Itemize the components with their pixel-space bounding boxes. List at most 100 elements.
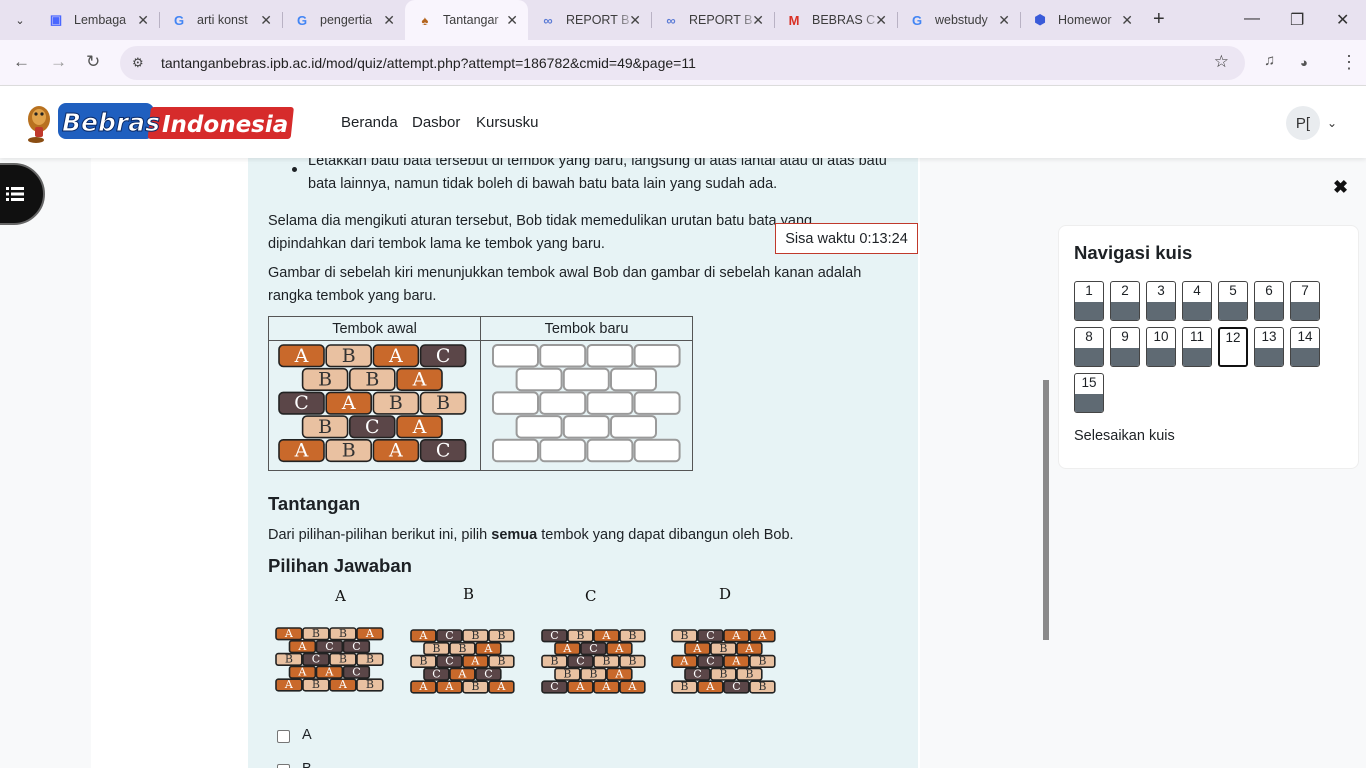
brick-label: A xyxy=(562,642,572,655)
quiz-nav-button-8[interactable]: 8 xyxy=(1074,327,1104,367)
brick-label: C xyxy=(365,416,380,438)
browser-tab-strip: ⌄ ▣ Lembaga ✕ Garti konst ✕ Gpengertia ✕ ♠ Tanta… xyxy=(0,0,1366,40)
quiz-nav-button-2[interactable]: 2 xyxy=(1110,281,1140,321)
quiz-nav-button-1[interactable]: 1 xyxy=(1074,281,1104,321)
brick-label: C xyxy=(706,629,714,642)
google-icon: G xyxy=(173,12,185,28)
brick-label: A xyxy=(412,416,427,438)
brick-label: B xyxy=(318,368,332,390)
quiz-nav-button-3[interactable]: 3 xyxy=(1146,281,1176,321)
brick-label: A xyxy=(418,629,428,642)
option-c-wall-image: C B A BA C AB C B BB B AC A A A xyxy=(541,629,646,694)
nav-beranda[interactable]: Beranda xyxy=(341,114,398,131)
quiz-nav-button-12[interactable]: 12 xyxy=(1218,327,1248,367)
nav-kursusku[interactable]: Kursusku xyxy=(476,114,539,131)
browser-tab[interactable]: Gpengertia ✕ xyxy=(282,0,405,40)
quiz-nav-number: 12 xyxy=(1225,330,1241,345)
browser-tab[interactable]: ♠ Tantangar ✕ xyxy=(405,0,528,40)
checkbox-option-b[interactable] xyxy=(277,764,290,768)
back-button[interactable]: ← xyxy=(13,52,30,72)
close-tab-icon[interactable]: ✕ xyxy=(752,12,764,29)
quiz-navigation-card: Navigasi kuis 1 2 3 4 5 6 7 8 9 10 11 12 13 14 15 Sele… xyxy=(1058,225,1359,469)
answer-state-bar xyxy=(1255,302,1283,320)
brick-label: A xyxy=(757,629,767,642)
finish-attempt-link[interactable]: Selesaikan kuis xyxy=(1074,428,1175,444)
restore-button[interactable]: ❐ xyxy=(1290,10,1304,30)
brick-label: A xyxy=(705,680,715,693)
site-info-icon[interactable]: ⚙ xyxy=(132,55,148,71)
quiz-nav-button-13[interactable]: 13 xyxy=(1254,327,1284,367)
checkbox-option-a[interactable] xyxy=(277,730,290,743)
brick-label: A xyxy=(294,345,309,367)
tab-title: REPORT B xyxy=(689,13,753,27)
media-controls-icon[interactable]: ♫ xyxy=(1264,52,1275,69)
profile-icon[interactable]: ◕ xyxy=(1300,55,1308,70)
close-tab-icon[interactable]: ✕ xyxy=(260,12,272,29)
browser-tab[interactable]: ∞ REPORT B ✕ xyxy=(651,0,774,40)
url-text[interactable]: tantanganbebras.ipb.ac.id/mod/quiz/attem… xyxy=(161,55,696,71)
close-tab-icon[interactable]: ✕ xyxy=(629,12,641,29)
tab-search-button[interactable]: ⌄ xyxy=(8,8,32,32)
answer-state-bar xyxy=(1291,302,1319,320)
browser-tab[interactable]: ⬢ Homewor ✕ xyxy=(1020,0,1143,40)
bookmark-star-icon[interactable]: ☆ xyxy=(1214,52,1229,72)
brick-label: C xyxy=(432,667,440,680)
answer-state-bar xyxy=(1291,348,1319,366)
menu-kebab-icon[interactable]: ⋮ xyxy=(1340,52,1358,73)
quiz-nav-button-9[interactable]: 9 xyxy=(1110,327,1140,367)
nav-dasbor[interactable]: Dasbor xyxy=(412,114,460,131)
browser-tab[interactable]: Garti konst ✕ xyxy=(159,0,282,40)
quiz-nav-button-14[interactable]: 14 xyxy=(1290,327,1320,367)
bebras-logo[interactable]: Bebras Indonesia xyxy=(22,97,297,145)
quiz-nav-number: 9 xyxy=(1121,329,1129,344)
brick-label: C xyxy=(576,655,584,668)
quiz-nav-button-5[interactable]: 5 xyxy=(1218,281,1248,321)
close-tab-icon[interactable]: ✕ xyxy=(875,12,887,29)
quiz-nav-button-4[interactable]: 4 xyxy=(1182,281,1212,321)
checkbox-label-a[interactable]: A xyxy=(302,724,312,747)
close-tab-icon[interactable]: ✕ xyxy=(506,12,518,29)
loop-icon: ∞ xyxy=(543,12,553,28)
chevron-down-icon[interactable]: ⌄ xyxy=(1327,116,1337,130)
quiz-nav-number: 8 xyxy=(1085,329,1093,344)
brick xyxy=(586,438,634,463)
quiz-nav-button-15[interactable]: 15 xyxy=(1074,373,1104,413)
quiz-nav-button-10[interactable]: 10 xyxy=(1146,327,1176,367)
brick-label: B xyxy=(576,629,584,642)
close-tab-icon[interactable]: ✕ xyxy=(998,12,1010,29)
browser-tab[interactable]: Gwebstudy ✕ xyxy=(897,0,1020,40)
quiz-nav-number: 11 xyxy=(1189,329,1204,344)
brick xyxy=(492,344,539,368)
browser-tab[interactable]: ▣ Lembaga ✕ xyxy=(36,0,159,40)
user-avatar[interactable]: P[ xyxy=(1286,106,1320,140)
quiz-nav-button-7[interactable]: 7 xyxy=(1290,281,1320,321)
brick-label: B xyxy=(432,642,440,655)
brick-label: B xyxy=(285,653,293,666)
brick xyxy=(610,415,657,439)
list-icon xyxy=(5,187,24,201)
close-tab-icon[interactable]: ✕ xyxy=(137,12,149,29)
quiz-nav-button-6[interactable]: 6 xyxy=(1254,281,1284,321)
close-tab-icon[interactable]: ✕ xyxy=(383,12,395,29)
reload-button[interactable]: ↻ xyxy=(86,52,100,72)
brick-label: B xyxy=(365,368,379,390)
checkbox-label-b[interactable]: B xyxy=(302,758,312,768)
brick-label: C xyxy=(352,665,360,678)
close-tab-icon[interactable]: ✕ xyxy=(1121,12,1133,29)
quiz-nav-title: Navigasi kuis xyxy=(1074,242,1193,263)
quiz-nav-button-11[interactable]: 11 xyxy=(1182,327,1212,367)
drawer-scrollbar[interactable] xyxy=(1043,380,1049,640)
address-bar[interactable]: ⚙ tantanganbebras.ipb.ac.id/mod/quiz/att… xyxy=(120,46,1245,80)
answer-state-bar xyxy=(1111,302,1139,320)
close-icon[interactable]: ✖ xyxy=(1333,177,1348,198)
minimize-button[interactable]: — xyxy=(1244,10,1260,28)
browser-tab[interactable]: ∞ REPORT B ✕ xyxy=(528,0,651,40)
tab-title: arti konst xyxy=(197,13,248,27)
brick xyxy=(539,344,587,368)
window-close-button[interactable]: ✕ xyxy=(1336,10,1349,30)
browser-tab[interactable]: M BEBRAS C ✕ xyxy=(774,0,897,40)
forward-button[interactable]: → xyxy=(50,52,67,72)
new-tab-button[interactable]: + xyxy=(1153,8,1165,31)
question-paragraph-2: Gambar di sebelah kiri menunjukkan tembo… xyxy=(268,265,862,304)
brick-label: B xyxy=(745,667,753,680)
